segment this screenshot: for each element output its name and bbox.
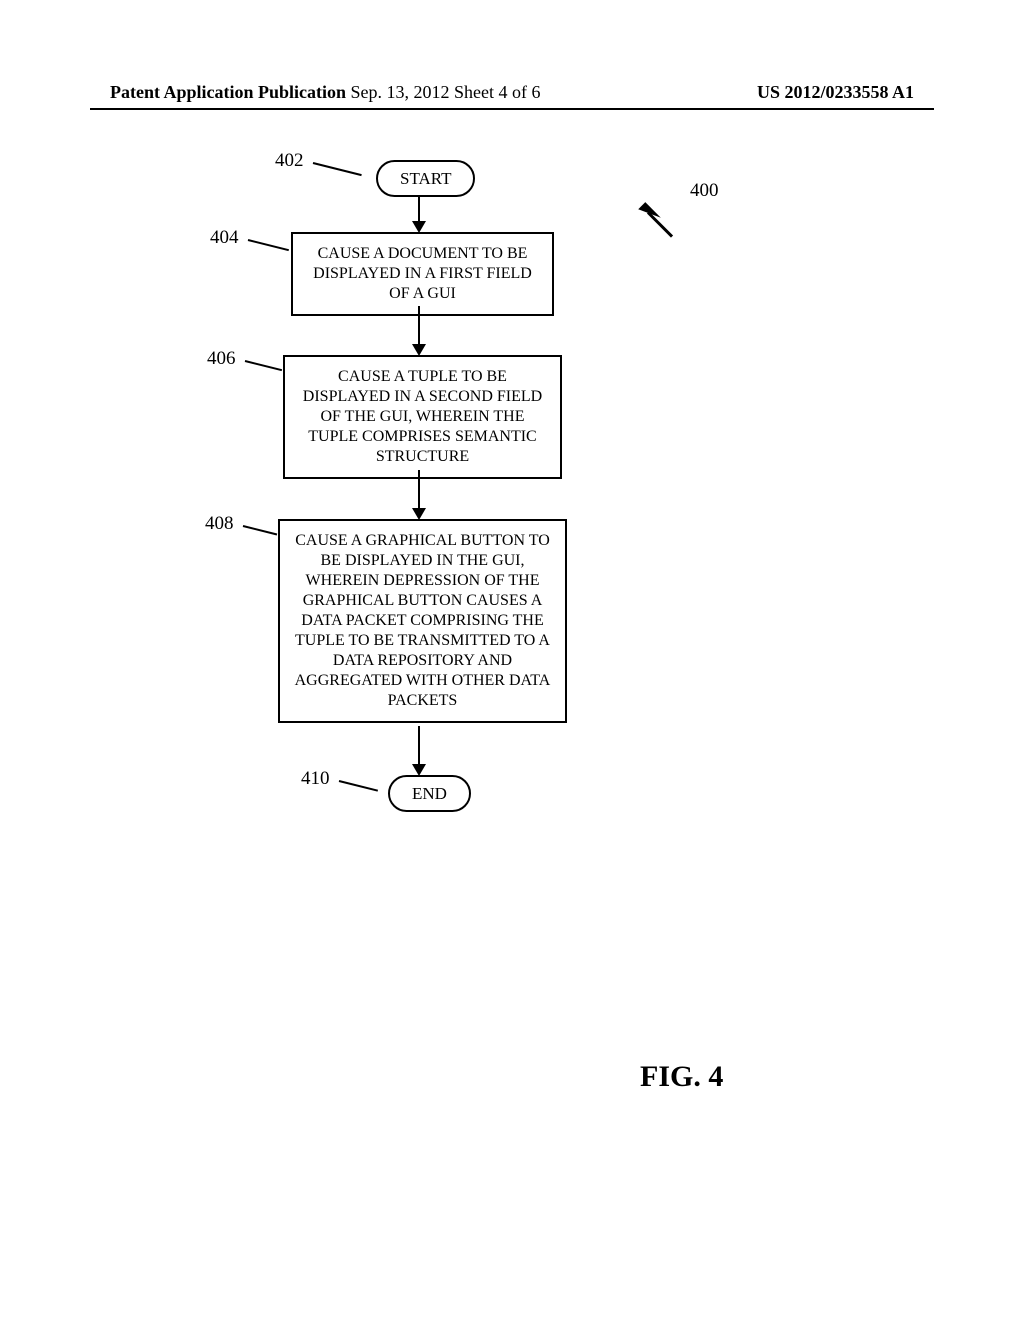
page-header: Patent Application Publication Sep. 13, … <box>110 82 914 103</box>
process-box-2: CAUSE A TUPLE TO BE DISPLAYED IN A SECON… <box>283 355 562 479</box>
connector-4 <box>418 726 420 766</box>
header-left: Patent Application Publication <box>110 82 346 103</box>
connector-3 <box>418 470 420 510</box>
terminator-start: START <box>376 160 475 197</box>
leader-408 <box>243 525 277 535</box>
terminator-end: END <box>388 775 471 812</box>
patent-page: Patent Application Publication Sep. 13, … <box>0 0 1024 1320</box>
process-box-3: CAUSE A GRAPHICAL BUTTON TO BE DISPLAYED… <box>278 519 567 723</box>
refnum-410: 410 <box>301 768 330 790</box>
leader-404 <box>248 239 289 251</box>
connector-2 <box>418 306 420 346</box>
refnum-402: 402 <box>275 150 304 172</box>
refnum-400: 400 <box>690 180 719 202</box>
leader-406 <box>245 360 282 371</box>
header-mid: Sep. 13, 2012 Sheet 4 of 6 <box>351 82 541 103</box>
process-box-1: CAUSE A DOCUMENT TO BE DISPLAYED IN A FI… <box>291 232 554 316</box>
flowchart: START 402 400 CAUSE A DOCUMENT TO BE DIS… <box>0 150 1024 950</box>
leader-402 <box>313 162 362 176</box>
connector-1 <box>418 195 420 223</box>
refnum-406: 406 <box>207 348 236 370</box>
leader-410 <box>339 780 378 792</box>
figure-caption: FIG. 4 <box>640 1060 723 1094</box>
header-rule <box>90 108 934 110</box>
refnum-408: 408 <box>205 513 234 535</box>
arrowhead-400-icon <box>631 202 661 232</box>
refnum-404: 404 <box>210 227 239 249</box>
header-right: US 2012/0233558 A1 <box>757 82 914 103</box>
